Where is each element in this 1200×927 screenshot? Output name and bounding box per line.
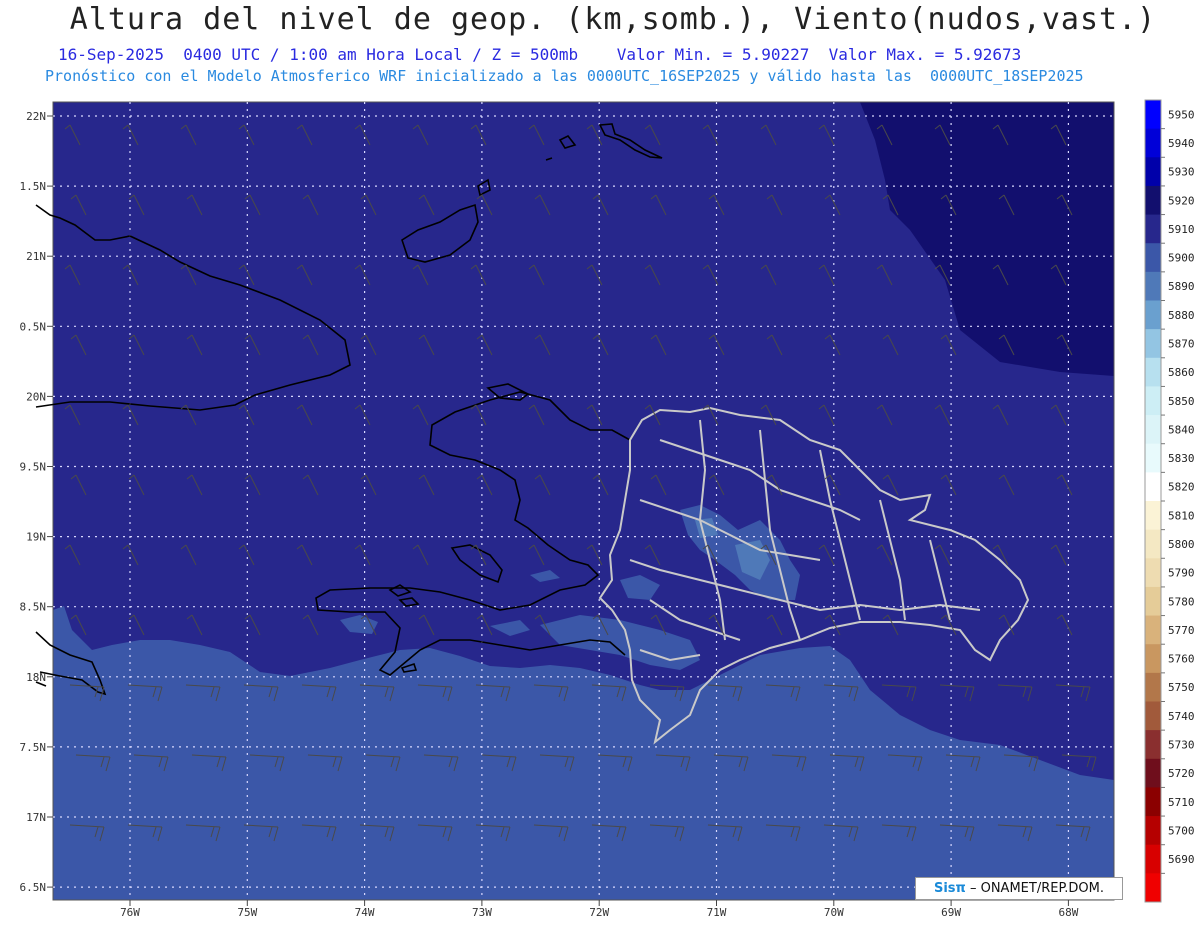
- colorbar-label: 5900: [1168, 252, 1195, 265]
- lat-label: 22N: [26, 110, 46, 123]
- colorbar-swatch: [1145, 271, 1161, 301]
- sispi-logo: Sisπ: [933, 881, 966, 896]
- colorbar-swatch: [1145, 443, 1161, 473]
- colorbar-swatch: [1145, 300, 1161, 330]
- colorbar-swatch: [1145, 844, 1161, 874]
- longitude-labels: 76W 75W 74W 73W 72W 71W 70W 69W 68W: [120, 900, 1079, 919]
- colorbar-label: 5850: [1168, 395, 1195, 408]
- colorbar-swatch: [1145, 816, 1161, 846]
- colorbar-swatch: [1145, 701, 1161, 731]
- colorbar-label: 5700: [1168, 824, 1195, 837]
- colorbar-swatch: [1145, 243, 1161, 273]
- lat-label: 9.5N: [20, 461, 47, 474]
- lat-label: 1.5N: [20, 180, 47, 193]
- colorbar-swatch: [1145, 329, 1161, 359]
- lat-label: 20N: [26, 390, 46, 403]
- lon-label: 74W: [355, 906, 375, 919]
- lat-label: 0.5N: [20, 320, 47, 333]
- colorbar-swatch: [1145, 472, 1161, 502]
- lon-label: 75W: [237, 906, 257, 919]
- lon-label: 72W: [589, 906, 609, 919]
- colorbar-swatch: [1145, 529, 1161, 559]
- colorbar-swatch: [1145, 558, 1161, 588]
- colorbar-swatch: [1145, 787, 1161, 817]
- colorbar-label: 5730: [1168, 738, 1195, 751]
- lon-label: 70W: [824, 906, 844, 919]
- colorbar-swatch: [1145, 586, 1161, 617]
- colorbar-label: 5720: [1168, 767, 1195, 780]
- colorbar-label: 5690: [1168, 853, 1195, 866]
- lon-label: 69W: [941, 906, 961, 919]
- colorbar-swatch: [1145, 415, 1161, 445]
- colorbar-label: 5950: [1168, 108, 1195, 121]
- lat-label: 6.5N: [20, 881, 47, 894]
- lon-label: 73W: [472, 906, 492, 919]
- colorbar: 5950 5940 5930 5920 5910 5900 5890 5880 5870 5860…: [1144, 99, 1195, 903]
- lon-label: 71W: [707, 906, 727, 919]
- colorbar-label: 5760: [1168, 653, 1195, 666]
- colorbar-label: 5820: [1168, 481, 1195, 494]
- colorbar-swatch: [1145, 214, 1161, 244]
- colorbar-swatch: [1145, 873, 1161, 903]
- colorbar-label: 5860: [1168, 366, 1195, 379]
- colorbar-swatch: [1145, 730, 1161, 760]
- lat-label: 18N: [26, 671, 46, 684]
- colorbar-swatch: [1145, 615, 1161, 645]
- colorbar-swatch: [1145, 185, 1161, 216]
- colorbar-swatch: [1145, 672, 1161, 702]
- colorbar-label: 5890: [1168, 280, 1195, 293]
- lat-label: 7.5N: [20, 741, 47, 754]
- colorbar-swatch: [1145, 644, 1161, 674]
- colorbar-label: 5810: [1168, 509, 1195, 522]
- colorbar-label: 5790: [1168, 567, 1195, 580]
- lon-label: 68W: [1058, 906, 1078, 919]
- lon-label: 76W: [120, 906, 140, 919]
- forecast-map: 22N 1.5N 21N 0.5N 20N 9.5N 19N 8.5N 18N 7.5N 17N 6.…: [20, 99, 1195, 919]
- colorbar-label: 5910: [1168, 223, 1195, 236]
- credit-text: – ONAMET/REP.DOM.: [969, 881, 1104, 896]
- colorbar-label: 5740: [1168, 710, 1195, 723]
- credit-box: Sisπ – ONAMET/REP.DOM.: [915, 877, 1123, 900]
- colorbar-label: 5770: [1168, 624, 1195, 637]
- lat-label: 8.5N: [20, 601, 47, 614]
- colorbar-swatch: [1145, 386, 1161, 416]
- colorbar-label: 5800: [1168, 538, 1195, 551]
- colorbar-label: 5840: [1168, 423, 1195, 436]
- colorbar-swatch: [1145, 357, 1161, 387]
- colorbar-label: 5830: [1168, 452, 1195, 465]
- colorbar-label: 5930: [1168, 166, 1195, 179]
- lat-label: 21N: [26, 250, 46, 263]
- lat-label: 17N: [26, 811, 46, 824]
- colorbar-swatch: [1145, 758, 1161, 788]
- colorbar-label: 5710: [1168, 796, 1195, 809]
- latitude-labels: 22N 1.5N 21N 0.5N 20N 9.5N 19N 8.5N 18N 7.5N 17N 6.…: [20, 110, 53, 894]
- colorbar-label: 5780: [1168, 595, 1195, 608]
- lat-label: 19N: [26, 531, 46, 544]
- colorbar-label: 5940: [1168, 137, 1195, 150]
- colorbar-label: 5870: [1168, 337, 1195, 350]
- colorbar-label: 5750: [1168, 681, 1195, 694]
- colorbar-label: 5880: [1168, 309, 1195, 322]
- colorbar-swatch: [1145, 128, 1161, 158]
- colorbar-swatch: [1145, 501, 1161, 531]
- colorbar-swatch: [1145, 157, 1161, 187]
- colorbar-swatch: [1145, 100, 1161, 130]
- colorbar-label: 5920: [1168, 194, 1195, 207]
